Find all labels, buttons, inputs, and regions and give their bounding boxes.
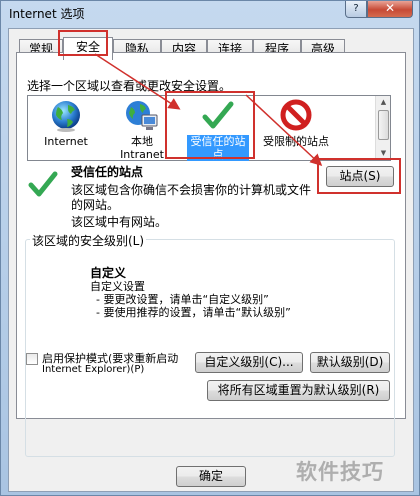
zone-internet-label: Internet	[44, 135, 88, 148]
zone-description: 该区域包含你确信不会损害你的计算机或文件的网站。	[71, 183, 312, 212]
annotation-box-security-tab	[58, 30, 108, 56]
zone-local-intranet-label: 本地 Intranet	[120, 135, 164, 161]
zone-title: 受信任的站点	[71, 165, 144, 179]
help-button[interactable]: ?	[345, 1, 367, 18]
zone-restricted-sites-label: 受限制的站点	[263, 135, 329, 148]
close-button[interactable]: ✕	[367, 1, 413, 18]
zone-status: 该区域中有网站。	[71, 215, 168, 229]
zone-restricted-sites[interactable]: 受限制的站点	[260, 99, 332, 148]
annotation-box-trusted-zone	[165, 91, 255, 159]
scroll-thumb[interactable]	[378, 110, 389, 140]
watermark-text: 软件技巧	[296, 460, 384, 484]
custom-level-button[interactable]: 自定义级别(C)...	[195, 352, 303, 373]
annotation-box-sites-button	[317, 158, 401, 194]
security-level-group: 该区域的安全级别(L) 自定义 自定义设置 - 要更改设置，请单击“自定义级别”…	[25, 232, 395, 457]
ok-button[interactable]: 确定	[176, 466, 246, 487]
scroll-up-icon[interactable]: ▲	[377, 96, 390, 108]
local-intranet-icon	[126, 101, 158, 130]
globe-icon	[52, 101, 80, 132]
zone-list-scrollbar[interactable]: ▲ ▼	[375, 96, 390, 160]
reset-all-zones-button[interactable]: 将所有区域重置为默认级别(R)	[207, 380, 390, 401]
level-title: 自定义	[90, 266, 127, 280]
trusted-large-check-icon	[28, 171, 58, 197]
internet-options-dialog: Internet 选项 ? ✕ 常规 安全 隐私 内容 连接 程序 高级 选择一…	[0, 0, 420, 496]
default-level-button[interactable]: 默认级别(D)	[310, 352, 390, 373]
restricted-no-icon	[280, 99, 312, 131]
zone-internet[interactable]: Internet	[30, 99, 102, 148]
security-level-legend: 该区域的安全级别(L)	[30, 232, 147, 249]
protected-mode-checkbox[interactable]	[26, 353, 38, 365]
protected-mode-label-line2: Internet Explorer)(P)	[42, 364, 145, 375]
title-bar[interactable]: Internet 选项 ? ✕	[1, 1, 420, 25]
level-line-2: - 要更改设置，请单击“自定义级别”	[96, 293, 269, 306]
window-title: Internet 选项	[9, 7, 85, 21]
level-line-3: - 要使用推荐的设置，请单击“默认级别”	[96, 306, 291, 319]
level-line-1: 自定义设置	[90, 280, 145, 293]
